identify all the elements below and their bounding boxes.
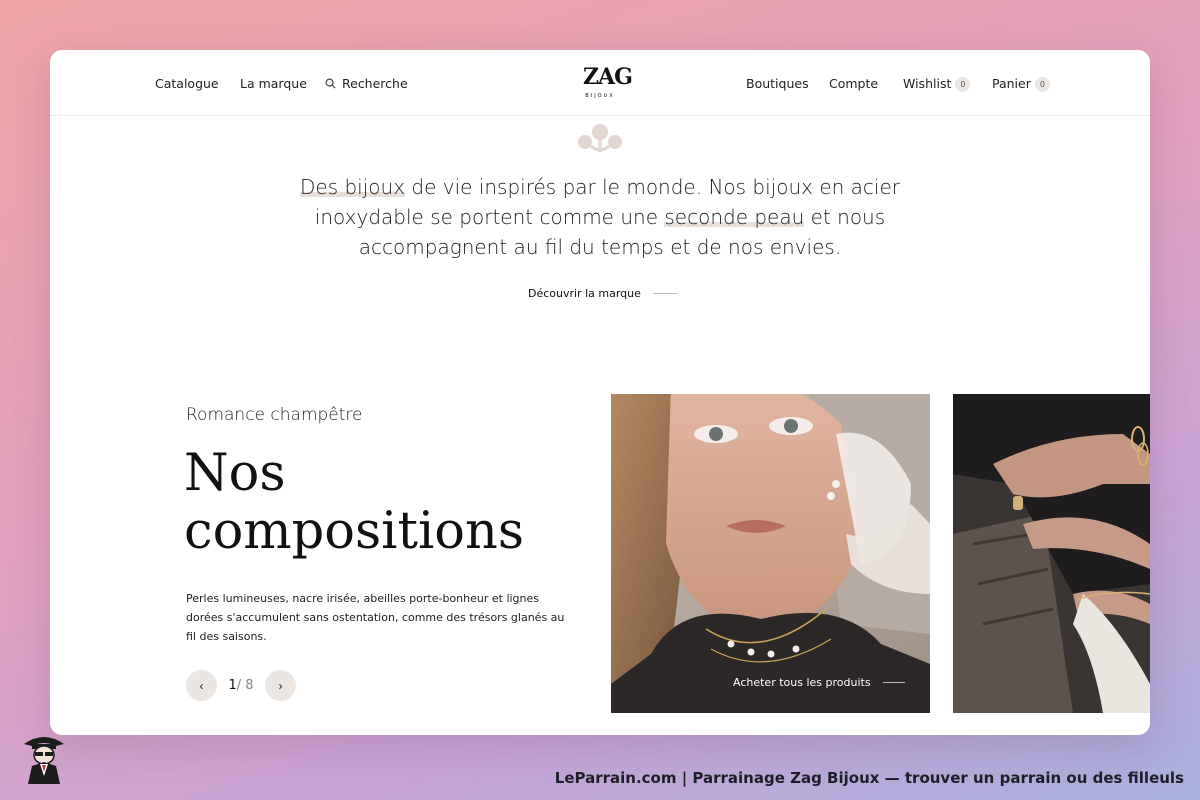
logo-subtext: BIJOUX [585,93,615,99]
total-pages: / 8 [236,678,254,693]
wishlist-label: Wishlist [903,76,952,91]
collection-title-line2: compositions [184,502,524,561]
footer-caption: LeParrain.com | Parrainage Zag Bijoux — … [554,769,1184,787]
shop-all-label: Acheter tous les produits [733,676,871,689]
brand-logo[interactable]: ZAG BIJOUX [583,62,633,108]
intro-highlight-1: Des bijoux [300,175,406,199]
wishlist-count-badge: 0 [955,77,971,92]
search-label: Recherche [342,76,408,91]
collection-photo-hands[interactable] [953,394,1150,713]
collection-photo-portrait[interactable] [611,394,930,713]
collection-subtitle: Romance champêtre [186,405,363,425]
shop-all-line [882,682,905,683]
carousel-pager: ‹ 1/ 8 › [186,670,296,701]
portrait-image [611,394,930,713]
nav-catalogue[interactable]: Catalogue [155,76,219,91]
nav-la-marque[interactable]: La marque [240,76,307,91]
discover-brand-link[interactable]: Découvrir la marque [528,287,677,300]
site-header: Catalogue La marque Recherche ZAG BIJOUX… [50,50,1150,116]
nav-panier[interactable]: Panier 0 [992,76,1050,92]
nav-compte[interactable]: Compte [829,76,878,91]
nav-wishlist[interactable]: Wishlist 0 [903,76,971,92]
hands-image [953,394,1150,713]
collection-description: Perles lumineuses, nacre irisée, abeille… [186,592,565,643]
logo-text: ZAG [583,64,633,90]
discover-line [652,293,677,294]
nav-boutiques[interactable]: Boutiques [746,76,809,91]
search-icon [325,78,336,89]
prev-button[interactable]: ‹ [186,670,217,701]
next-button[interactable]: › [265,670,296,701]
collection-title: Nos compositions [184,445,604,561]
cart-count-badge: 0 [1034,77,1050,92]
search-button[interactable]: Recherche [325,76,408,91]
current-page: 1 [228,678,237,693]
brand-intro-text: Des bijoux de vie inspirés par le monde.… [300,172,900,262]
mascot-logo-icon [24,737,64,784]
shop-all-link[interactable]: Acheter tous les produits [733,676,905,689]
intro-highlight-2: seconde peau [664,205,805,229]
ornament-icon [578,124,622,152]
collection-title-line1: Nos [184,444,286,503]
browser-window: Catalogue La marque Recherche ZAG BIJOUX… [50,50,1150,735]
discover-brand-label: Découvrir la marque [528,287,641,300]
cart-label: Panier [992,76,1031,91]
pager-count: 1/ 8 [217,678,265,693]
